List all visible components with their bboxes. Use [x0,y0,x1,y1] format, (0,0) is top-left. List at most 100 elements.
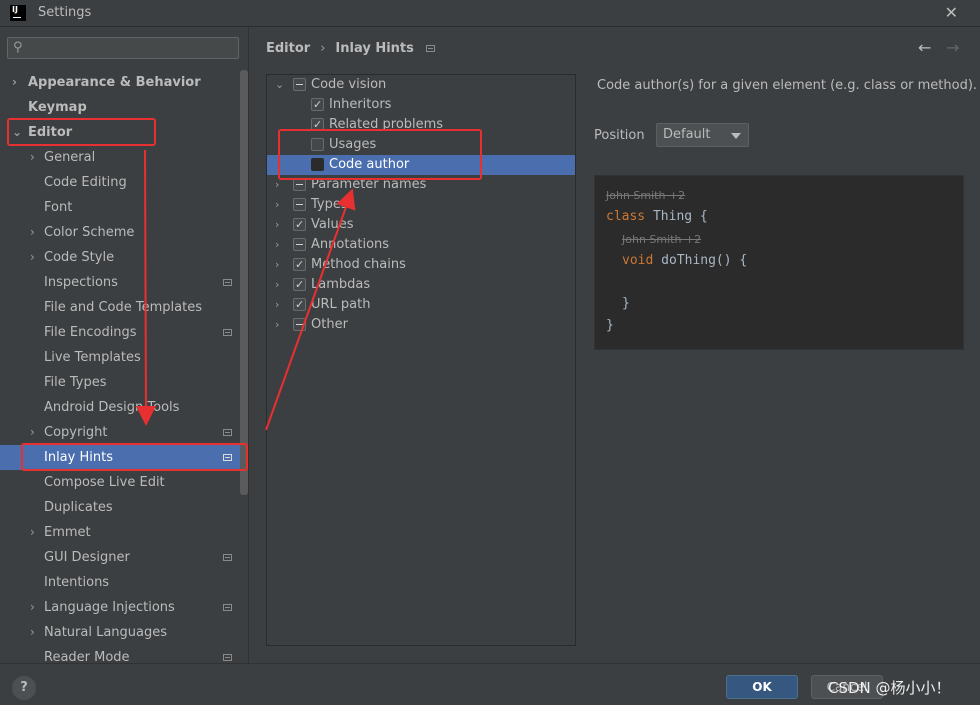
code-line: } [606,318,614,333]
sidebar-scrollbar[interactable] [240,70,248,495]
sidebar-item-inspections[interactable]: Inspections [0,270,240,295]
code-line: class Thing { [606,209,708,224]
sidebar-item-compose-live-edit[interactable]: Compose Live Edit [0,470,240,495]
hint-label: Annotations [311,237,390,252]
chevron-right-icon[interactable]: › [30,595,35,620]
sidebar-item-file-types[interactable]: File Types [0,370,240,395]
hint-label: Types [311,197,348,212]
position-label: Position [594,128,645,143]
hint-row-lambdas[interactable]: › Lambdas [267,275,575,295]
title-bar: IJ Settings ✕ [0,0,980,26]
position-dropdown[interactable]: Default [656,123,749,147]
position-value: Default [663,127,711,142]
chevron-right-icon[interactable]: › [30,420,35,445]
sidebar-item-android-design-tools[interactable]: Android Design Tools [0,395,240,420]
chevron-right-icon[interactable]: › [275,315,279,335]
author-hint: John Smith +2 [622,233,702,246]
chevron-right-icon[interactable]: › [275,195,279,215]
checkbox[interactable] [293,255,306,275]
sidebar-item-intentions[interactable]: Intentions [0,570,240,595]
checkbox[interactable] [293,295,306,315]
checkbox[interactable] [293,198,306,211]
sidebar-item-color-scheme[interactable]: › Color Scheme [0,220,240,245]
chevron-right-icon[interactable]: › [12,70,17,95]
checkbox[interactable] [293,215,306,235]
sidebar-item-file-code-templates[interactable]: File and Code Templates [0,295,240,320]
sidebar-item-code-editing[interactable]: Code Editing [0,170,240,195]
project-settings-icon [223,604,232,611]
hint-label: Lambdas [311,277,371,292]
checkbox[interactable] [293,318,306,331]
checkbox[interactable] [293,78,306,91]
breadcrumb-editor[interactable]: Editor [266,41,310,56]
ok-button[interactable]: OK [726,675,798,699]
hint-description: Code author(s) for a given element (e.g.… [597,78,978,93]
breadcrumb: Editor › Inlay Hints [266,41,435,56]
sidebar-item-label: Code Style [44,250,115,265]
sidebar-item-label: Inspections [44,275,118,290]
hint-row-inheritors[interactable]: Inheritors [267,95,575,115]
sidebar-item-natural-languages[interactable]: › Natural Languages [0,620,240,645]
sidebar-item-live-templates[interactable]: Live Templates [0,345,240,370]
hint-label: Inheritors [329,97,392,112]
project-settings-icon [223,429,232,436]
sidebar-item-duplicates[interactable]: Duplicates [0,495,240,520]
sidebar-item-label: General [44,150,96,165]
breadcrumb-inlay-hints: Inlay Hints [335,41,414,56]
sidebar-item-label: File Types [44,375,107,390]
checkbox[interactable] [293,238,306,251]
chevron-right-icon[interactable]: › [275,215,279,235]
chevron-right-icon[interactable]: › [30,520,35,545]
annotation-box-editor [7,118,156,146]
chevron-right-icon[interactable]: › [30,245,35,270]
annotation-box-inlay-hints [21,443,248,471]
sidebar-item-general[interactable]: › General [0,145,240,170]
checkbox[interactable] [311,95,324,115]
hint-row-annotations[interactable]: › Annotations [267,235,575,255]
sidebar-item-font[interactable]: Font [0,195,240,220]
hint-row-types[interactable]: › Types [267,195,575,215]
hint-label: Method chains [311,257,406,272]
search-input[interactable] [34,40,238,58]
sidebar-item-keymap[interactable]: Keymap [0,95,240,120]
csdn-watermark: CSDN @杨小小！ [828,679,951,697]
sidebar-item-gui-designer[interactable]: GUI Designer [0,545,240,570]
hint-row-code-vision[interactable]: ⌄ Code vision [267,75,575,95]
back-arrow-icon[interactable]: ← [918,38,931,57]
sidebar-item-label: Reader Mode [44,650,130,663]
chevron-right-icon[interactable]: › [275,275,279,295]
author-hint: John Smith +2 [606,189,686,202]
sidebar-item-language-injections[interactable]: › Language Injections [0,595,240,620]
chevron-right-icon[interactable]: › [30,145,35,170]
chevron-down-icon[interactable]: ⌄ [275,75,284,95]
hint-row-method-chains[interactable]: › Method chains [267,255,575,275]
project-settings-icon [223,654,232,661]
chevron-right-icon[interactable]: › [30,220,35,245]
sidebar-item-file-encodings[interactable]: File Encodings [0,320,240,345]
settings-search[interactable]: ⚲ [7,37,239,59]
hint-row-other[interactable]: › Other [267,315,575,335]
hint-label: Values [311,217,354,232]
close-icon[interactable]: ✕ [945,3,958,22]
hint-row-values[interactable]: › Values [267,215,575,235]
sidebar-item-code-style[interactable]: › Code Style [0,245,240,270]
sidebar-item-label: Android Design Tools [44,400,180,415]
chevron-right-icon[interactable]: › [30,620,35,645]
sidebar-item-appearance[interactable]: › Appearance & Behavior [0,70,240,95]
sidebar-item-emmet[interactable]: › Emmet [0,520,240,545]
chevron-right-icon[interactable]: › [275,255,279,275]
forward-arrow-icon[interactable]: → [946,38,959,57]
hint-row-url-path[interactable]: › URL path [267,295,575,315]
sidebar-item-label: Language Injections [44,600,175,615]
search-icon: ⚲ [13,40,23,55]
sidebar-item-reader-mode[interactable]: Reader Mode [0,645,240,663]
chevron-right-icon[interactable]: › [275,295,279,315]
sidebar-item-copyright[interactable]: › Copyright [0,420,240,445]
sidebar-item-label: Code Editing [44,175,127,190]
code-line: } [622,296,630,311]
checkbox[interactable] [293,275,306,295]
help-button[interactable]: ? [12,676,36,700]
project-settings-icon [223,554,232,561]
sidebar-item-label: Keymap [28,100,87,115]
chevron-right-icon[interactable]: › [275,235,279,255]
